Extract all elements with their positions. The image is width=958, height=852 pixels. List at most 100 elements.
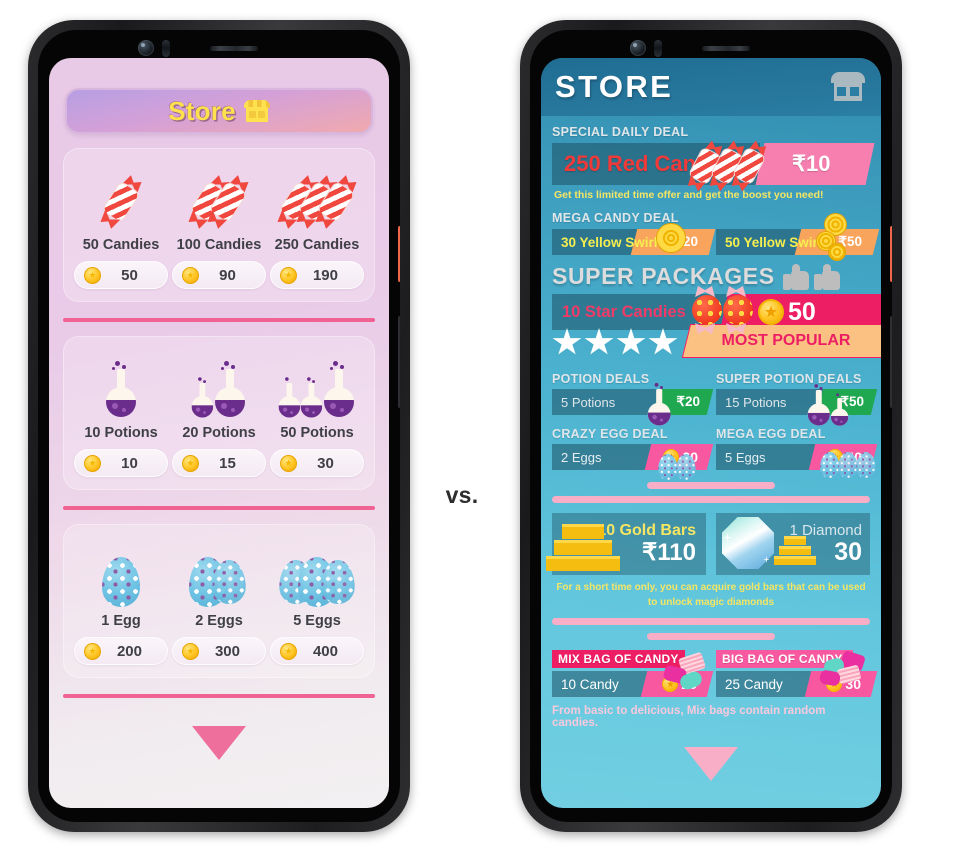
product-tile-potion-50[interactable]: 50 Potions 30 (269, 349, 365, 477)
mix-bag-tag[interactable]: 25 Candy 30 (716, 649, 878, 697)
coin-icon (279, 642, 297, 660)
price-value: 30 (317, 454, 334, 472)
potion-icon (804, 369, 868, 427)
price-value: 200 (116, 642, 142, 660)
price-pill[interactable]: 190 (269, 261, 365, 289)
left-phone-device: Store 50 Candies 50 100 Candies 90 250 C… (28, 20, 410, 832)
mix-bag-offer-1[interactable]: MIX BAG OF CANDY 10 Candy (552, 650, 714, 697)
price-pill[interactable]: 300 (171, 637, 267, 665)
left-phone-camera-row (38, 40, 400, 58)
potion-section-card: 10 Potions 10 20 Potions 15 50 Potions 3… (63, 336, 375, 490)
shop-icon (243, 100, 270, 122)
special-daily-deal-banner[interactable]: 250 Red Candy ₹10 (552, 143, 875, 185)
star-candy-icon (692, 286, 754, 334)
triangle-down-icon[interactable] (192, 726, 246, 760)
egg-icon (277, 537, 357, 607)
product-tile-potion-10[interactable]: 10 Potions 10 (73, 349, 169, 477)
candy-icon (194, 161, 243, 231)
egg-offer-1[interactable]: 2 Eggs 20 (552, 444, 714, 480)
product-name: 100 Candies (176, 237, 262, 253)
offer-item: 5 Potions (561, 394, 616, 410)
price-pill[interactable]: 30 (269, 449, 365, 477)
product-name: 1 Egg (101, 613, 141, 629)
candy-icon (283, 161, 351, 231)
price-pill[interactable]: 50 (73, 261, 169, 289)
store-title-button[interactable]: Store (65, 88, 373, 134)
product-name: 10 Potions (84, 425, 158, 441)
product-name: 20 Potions (182, 425, 256, 441)
gold-bars-offer[interactable]: 10 Gold Bars ₹110 (546, 513, 706, 575)
product-tile-egg-2[interactable]: 2 Eggs 300 (171, 537, 267, 665)
premium-row: 10 Gold Bars ₹110 1 Diamond 30 (546, 513, 870, 575)
daily-deal-price: ₹10 (792, 151, 831, 176)
power-button[interactable] (890, 226, 892, 282)
mega-candy-offer-2[interactable]: 50 Yellow Swirls ₹50 (716, 213, 880, 261)
star-icon (648, 328, 678, 355)
shop-icon[interactable] (831, 72, 865, 102)
offer-item: 2 Eggs (561, 449, 602, 465)
coin-icon (181, 454, 199, 472)
product-tile-candy-250[interactable]: 250 Candies 190 (269, 161, 365, 289)
price-pill[interactable]: 400 (269, 637, 365, 665)
potion-offer-2[interactable]: 15 Potions ₹50 (716, 384, 878, 426)
triangle-down-icon[interactable] (684, 747, 738, 781)
mix-bag-tag[interactable]: 10 Candy 20 (552, 651, 714, 697)
price-pill[interactable]: 90 (171, 261, 267, 289)
product-name: 250 Candies (274, 237, 360, 253)
product-tile-candy-100[interactable]: 100 Candies 90 (171, 161, 267, 289)
product-name: 5 Eggs (293, 613, 341, 629)
product-tile-candy-50[interactable]: 50 Candies 50 (73, 161, 169, 289)
egg-offer-2[interactable]: 5 Eggs 40 (716, 444, 878, 478)
egg-icon (101, 537, 140, 607)
page-title: Store (168, 95, 236, 126)
section-divider (63, 506, 375, 510)
price-pill[interactable]: 15 (171, 449, 267, 477)
scroll-down-area[interactable] (63, 698, 375, 808)
potion-offer-1[interactable]: 5 Potions ₹20 (552, 382, 714, 426)
page-title: STORE (555, 69, 674, 104)
coin-icon (758, 299, 784, 325)
offer-item: 15 Potions (725, 394, 787, 410)
egg-icon (658, 430, 714, 480)
mega-candy-deal-label: MEGA CANDY DEAL (552, 211, 679, 225)
product-tile-potion-20[interactable]: 20 Potions 15 (171, 349, 267, 477)
section-divider-short (647, 482, 775, 489)
mix-bags-row: MIX BAG OF CANDY 10 Candy BIG BAG OF CAN… (552, 649, 878, 697)
yellow-swirl-icon (828, 243, 846, 261)
potion-icon (275, 349, 359, 419)
offer-item: 25 Candy (725, 676, 783, 692)
mix-bags-note: From basic to delicious, Mix bags contai… (552, 705, 826, 729)
proximity-sensor-icon (162, 40, 170, 57)
mix-bag-offer-2[interactable]: BIG BAG OF CANDY! 25 Candy 30 (716, 649, 878, 697)
right-phone-device: STORE SPECIAL DAILY DEAL 250 Red Candy ₹… (520, 20, 902, 832)
coin-icon (181, 642, 199, 660)
candy-section-card: 50 Candies 50 100 Candies 90 250 Candies… (63, 148, 375, 302)
price-value: 400 (312, 642, 338, 660)
potion-icon (188, 349, 250, 419)
volume-rocker[interactable] (398, 316, 400, 408)
star-icon (584, 328, 614, 355)
volume-rocker[interactable] (890, 316, 892, 408)
section-divider-long (552, 618, 870, 625)
product-name: 50 Potions (280, 425, 354, 441)
coin-icon (279, 266, 297, 284)
mega-candy-offer-1[interactable]: 30 Yellow Swirls ₹20 (552, 223, 716, 255)
price-value: 10 (121, 454, 138, 472)
rating-stars (552, 328, 678, 357)
price-pill[interactable]: 10 (73, 449, 169, 477)
product-tile-egg-1[interactable]: 1 Egg 200 (73, 537, 169, 665)
featured-package-banner[interactable]: 10 Star Candies 50 MOST POPULAR (552, 286, 881, 366)
power-button[interactable] (398, 226, 400, 282)
diamond-offer[interactable]: 1 Diamond 30 (716, 513, 870, 575)
product-tile-egg-5[interactable]: 5 Eggs 400 (269, 537, 365, 665)
egg-section-card: 1 Egg 200 2 Eggs 300 5 Eggs 400 (63, 524, 375, 678)
candy-icon (698, 137, 764, 195)
egg-icon (189, 537, 248, 607)
teal-store-screen: STORE SPECIAL DAILY DEAL 250 Red Candy ₹… (541, 58, 881, 808)
proximity-sensor-icon (654, 40, 662, 57)
offer-item: 10 Candy (561, 676, 619, 692)
right-phone-bezel: STORE SPECIAL DAILY DEAL 250 Red Candy ₹… (530, 30, 892, 822)
section-divider-short (647, 633, 775, 640)
price-pill[interactable]: 200 (73, 637, 169, 665)
offer-item: 5 Eggs (725, 449, 766, 465)
